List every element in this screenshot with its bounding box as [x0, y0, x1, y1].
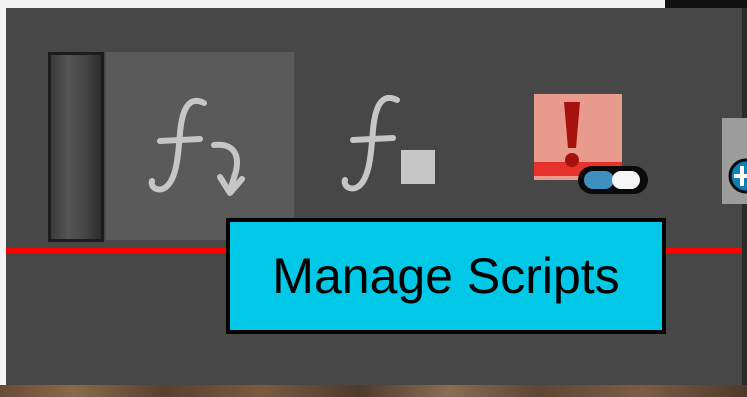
add-item-button[interactable]	[722, 118, 747, 204]
background-image-strip	[0, 385, 747, 397]
tooltip: Manage Scripts	[226, 218, 666, 334]
script-toolbar	[0, 0, 747, 253]
add-plus-icon	[728, 158, 747, 194]
alert-capsule-icon	[534, 94, 648, 194]
toolbar-drag-handle[interactable]	[48, 52, 104, 242]
run-script-button[interactable]	[330, 52, 450, 240]
debugger-button[interactable]	[520, 52, 650, 240]
function-arrow-icon	[148, 98, 245, 196]
function-stop-icon	[341, 95, 435, 192]
tooltip-text: Manage Scripts	[272, 248, 620, 304]
manage-scripts-button[interactable]	[106, 52, 294, 240]
